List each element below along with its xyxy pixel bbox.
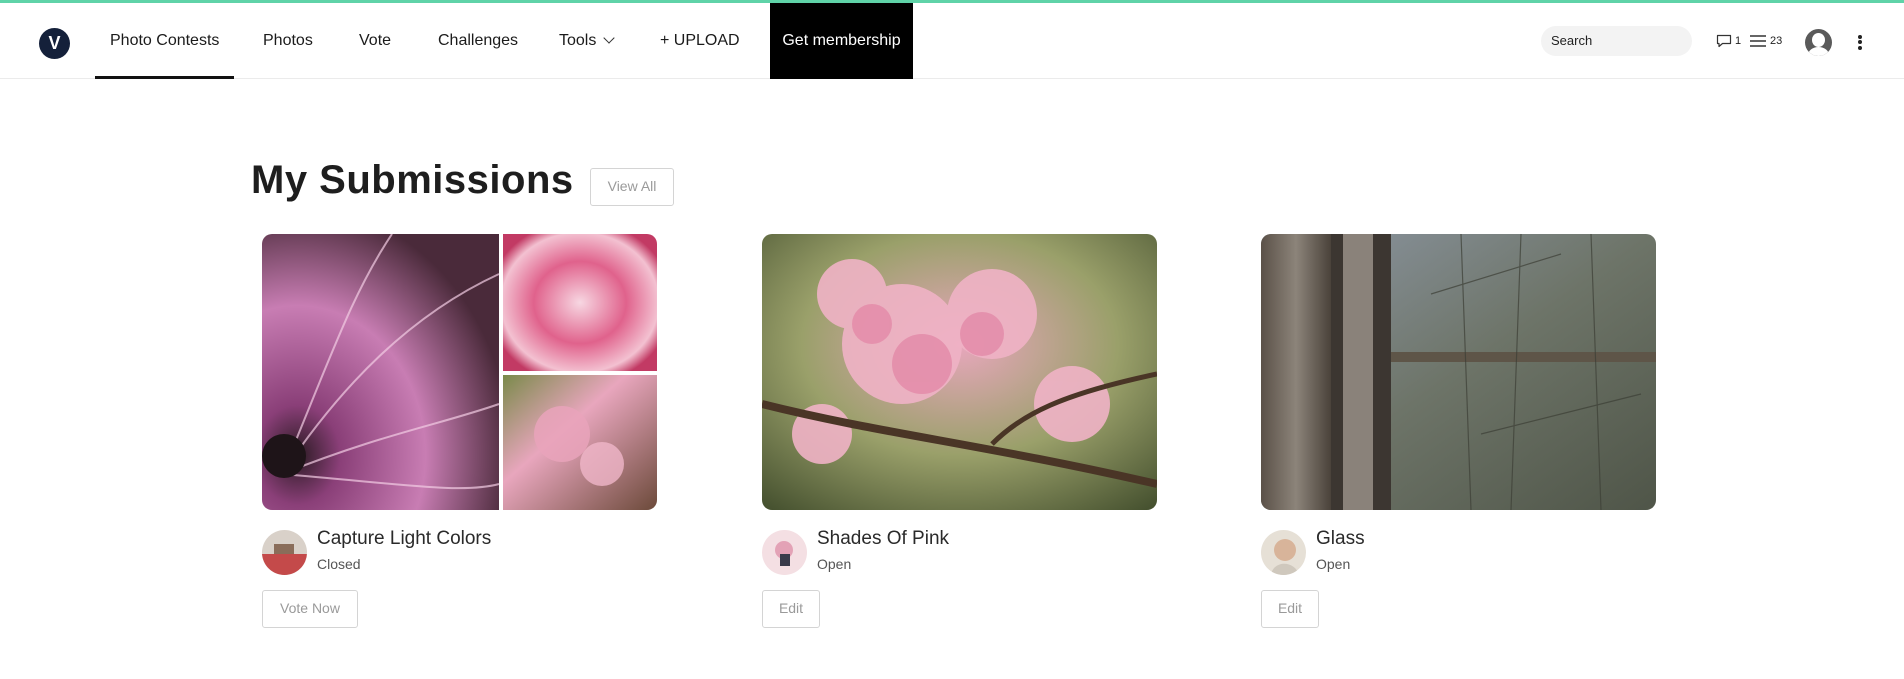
submission-photo[interactable] xyxy=(762,234,1157,510)
messages-count: 1 xyxy=(1735,35,1742,47)
list-icon xyxy=(1750,35,1766,47)
logo[interactable]: V xyxy=(39,28,70,59)
nav-tools[interactable]: Tools xyxy=(559,3,616,79)
submission-photo-collage[interactable] xyxy=(262,234,657,510)
more-vertical-icon[interactable] xyxy=(1855,33,1865,53)
submission-title[interactable]: Capture Light Colors xyxy=(317,528,491,550)
user-avatar-icon[interactable] xyxy=(1805,29,1832,56)
nav-photo-contests[interactable]: Photo Contests xyxy=(95,3,235,79)
submission-title[interactable]: Shades Of Pink xyxy=(817,528,949,550)
submission-card: Glass Open Edit xyxy=(1261,234,1656,634)
submission-status: Open xyxy=(817,556,852,572)
nav-tools-label: Tools xyxy=(559,32,597,49)
submission-photo[interactable] xyxy=(1261,234,1656,510)
nav-vote[interactable]: Vote xyxy=(359,3,391,79)
submission-status: Open xyxy=(1316,556,1351,572)
submission-card: Shades Of Pink Open Edit xyxy=(762,234,1157,634)
activity-button[interactable]: 23 xyxy=(1749,31,1782,51)
get-membership-button[interactable]: Get membership xyxy=(770,3,913,79)
submission-card: Capture Light Colors Closed Vote Now xyxy=(262,234,657,634)
cherry-blossom-image xyxy=(762,234,1157,510)
page-title: My Submissions xyxy=(251,158,574,202)
activity-count: 23 xyxy=(1770,35,1783,47)
avatar[interactable] xyxy=(1261,530,1306,575)
nav-upload[interactable]: + UPLOAD xyxy=(660,3,740,79)
edit-button[interactable]: Edit xyxy=(762,590,820,628)
chat-bubble-icon xyxy=(1716,34,1732,48)
avatar[interactable] xyxy=(762,530,807,575)
submission-title[interactable]: Glass xyxy=(1316,528,1365,550)
chevron-down-icon xyxy=(603,32,616,44)
window-glass-image xyxy=(1261,234,1656,510)
nav-challenges[interactable]: Challenges xyxy=(438,3,518,79)
search-input[interactable]: Search xyxy=(1541,26,1692,56)
submission-status: Closed xyxy=(317,556,361,572)
top-navigation-bar: V Photo Contests Photos Vote Challenges … xyxy=(0,3,1904,79)
avatar[interactable] xyxy=(262,530,307,575)
vote-now-button[interactable]: Vote Now xyxy=(262,590,358,628)
edit-button[interactable]: Edit xyxy=(1261,590,1319,628)
view-all-button[interactable]: View All xyxy=(590,168,674,206)
messages-button[interactable]: 1 xyxy=(1716,31,1741,51)
collage-image xyxy=(262,234,657,510)
nav-photos[interactable]: Photos xyxy=(263,3,313,79)
